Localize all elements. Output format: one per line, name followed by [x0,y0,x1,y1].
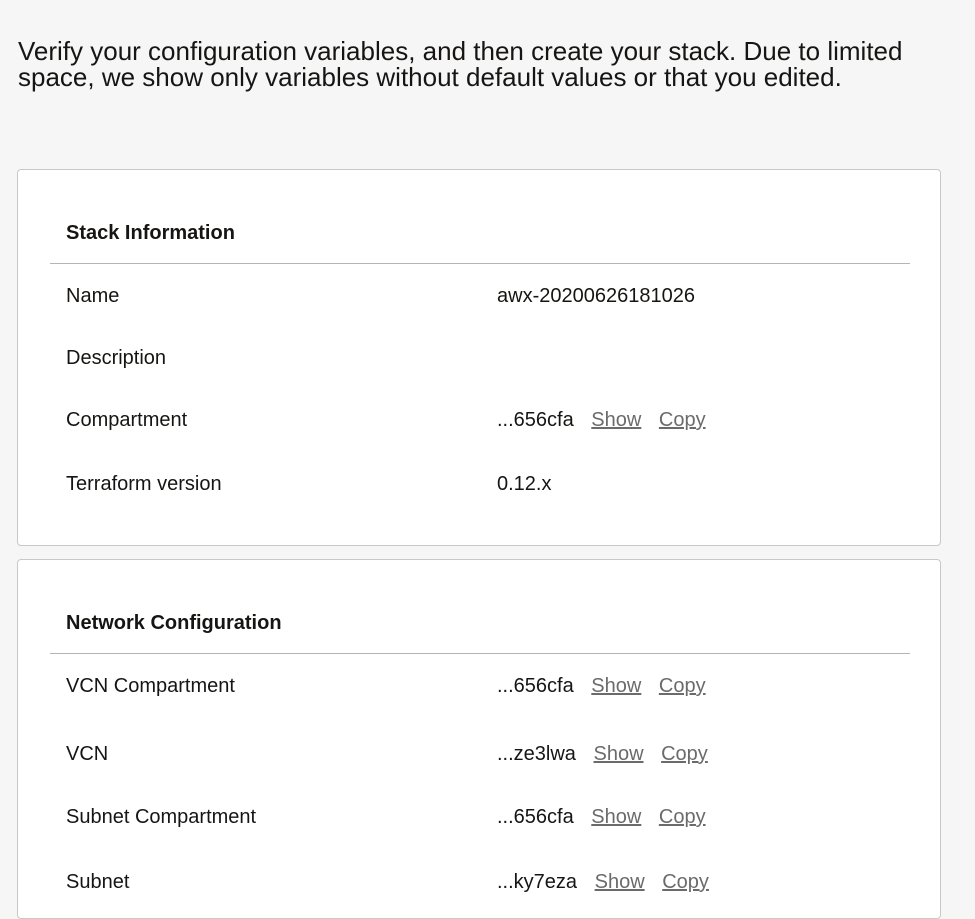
stack-information-panel: Stack Information Name awx-2020062618102… [17,169,941,546]
row-value: ...ky7eza Show Copy [497,870,709,894]
section-title-network-configuration: Network Configuration [66,612,282,634]
value-text: ...656cfa [497,409,574,431]
section-divider [50,263,910,264]
intro-text: Verify your configuration variables, and… [18,36,903,92]
row-label: Compartment [66,409,188,431]
show-link[interactable]: Show [591,806,641,828]
copy-link[interactable]: Copy [662,871,709,893]
row-label: Description [66,347,167,369]
section-title-stack-information: Stack Information [66,222,235,244]
show-link[interactable]: Show [591,675,641,697]
row-label: Name [66,285,120,307]
row-value: awx-20200626181026 [497,284,695,308]
value-text: ...ky7eza [497,871,578,893]
row-terraform-version: Terraform version 0.12.x [66,472,910,496]
value-text: 0.12.x [497,473,552,495]
row-vcn: VCN ...ze3lwa Show Copy [66,742,910,766]
row-label: Terraform version [66,473,222,495]
row-value: ...ze3lwa Show Copy [497,742,708,766]
row-name: Name awx-20200626181026 [66,284,910,308]
show-link[interactable]: Show [595,871,645,893]
value-text: ...ze3lwa [497,743,576,765]
row-value: ...656cfa Show Copy [497,408,706,432]
copy-link[interactable]: Copy [661,743,708,765]
copy-link[interactable]: Copy [659,409,706,431]
row-label: VCN [66,743,109,765]
row-subnet: Subnet ...ky7eza Show Copy [66,870,910,894]
row-compartment: Compartment ...656cfa Show Copy [66,408,910,432]
value-text: ...656cfa [497,675,574,697]
row-description: Description [66,346,910,370]
row-value: 0.12.x [497,472,551,496]
row-value: ...656cfa Show Copy [497,805,706,829]
value-text: ...656cfa [497,806,574,828]
row-vcn-compartment: VCN Compartment ...656cfa Show Copy [66,674,910,698]
row-label: VCN Compartment [66,675,235,697]
show-link[interactable]: Show [591,409,641,431]
row-subnet-compartment: Subnet Compartment ...656cfa Show Copy [66,805,910,829]
network-configuration-panel: Network Configuration VCN Compartment ..… [17,559,941,919]
row-value: ...656cfa Show Copy [497,674,706,698]
show-link[interactable]: Show [594,743,644,765]
copy-link[interactable]: Copy [659,806,706,828]
copy-link[interactable]: Copy [659,675,706,697]
row-label: Subnet [66,871,130,893]
value-text: awx-20200626181026 [497,285,695,307]
row-label: Subnet Compartment [66,806,257,828]
section-divider [50,653,910,654]
